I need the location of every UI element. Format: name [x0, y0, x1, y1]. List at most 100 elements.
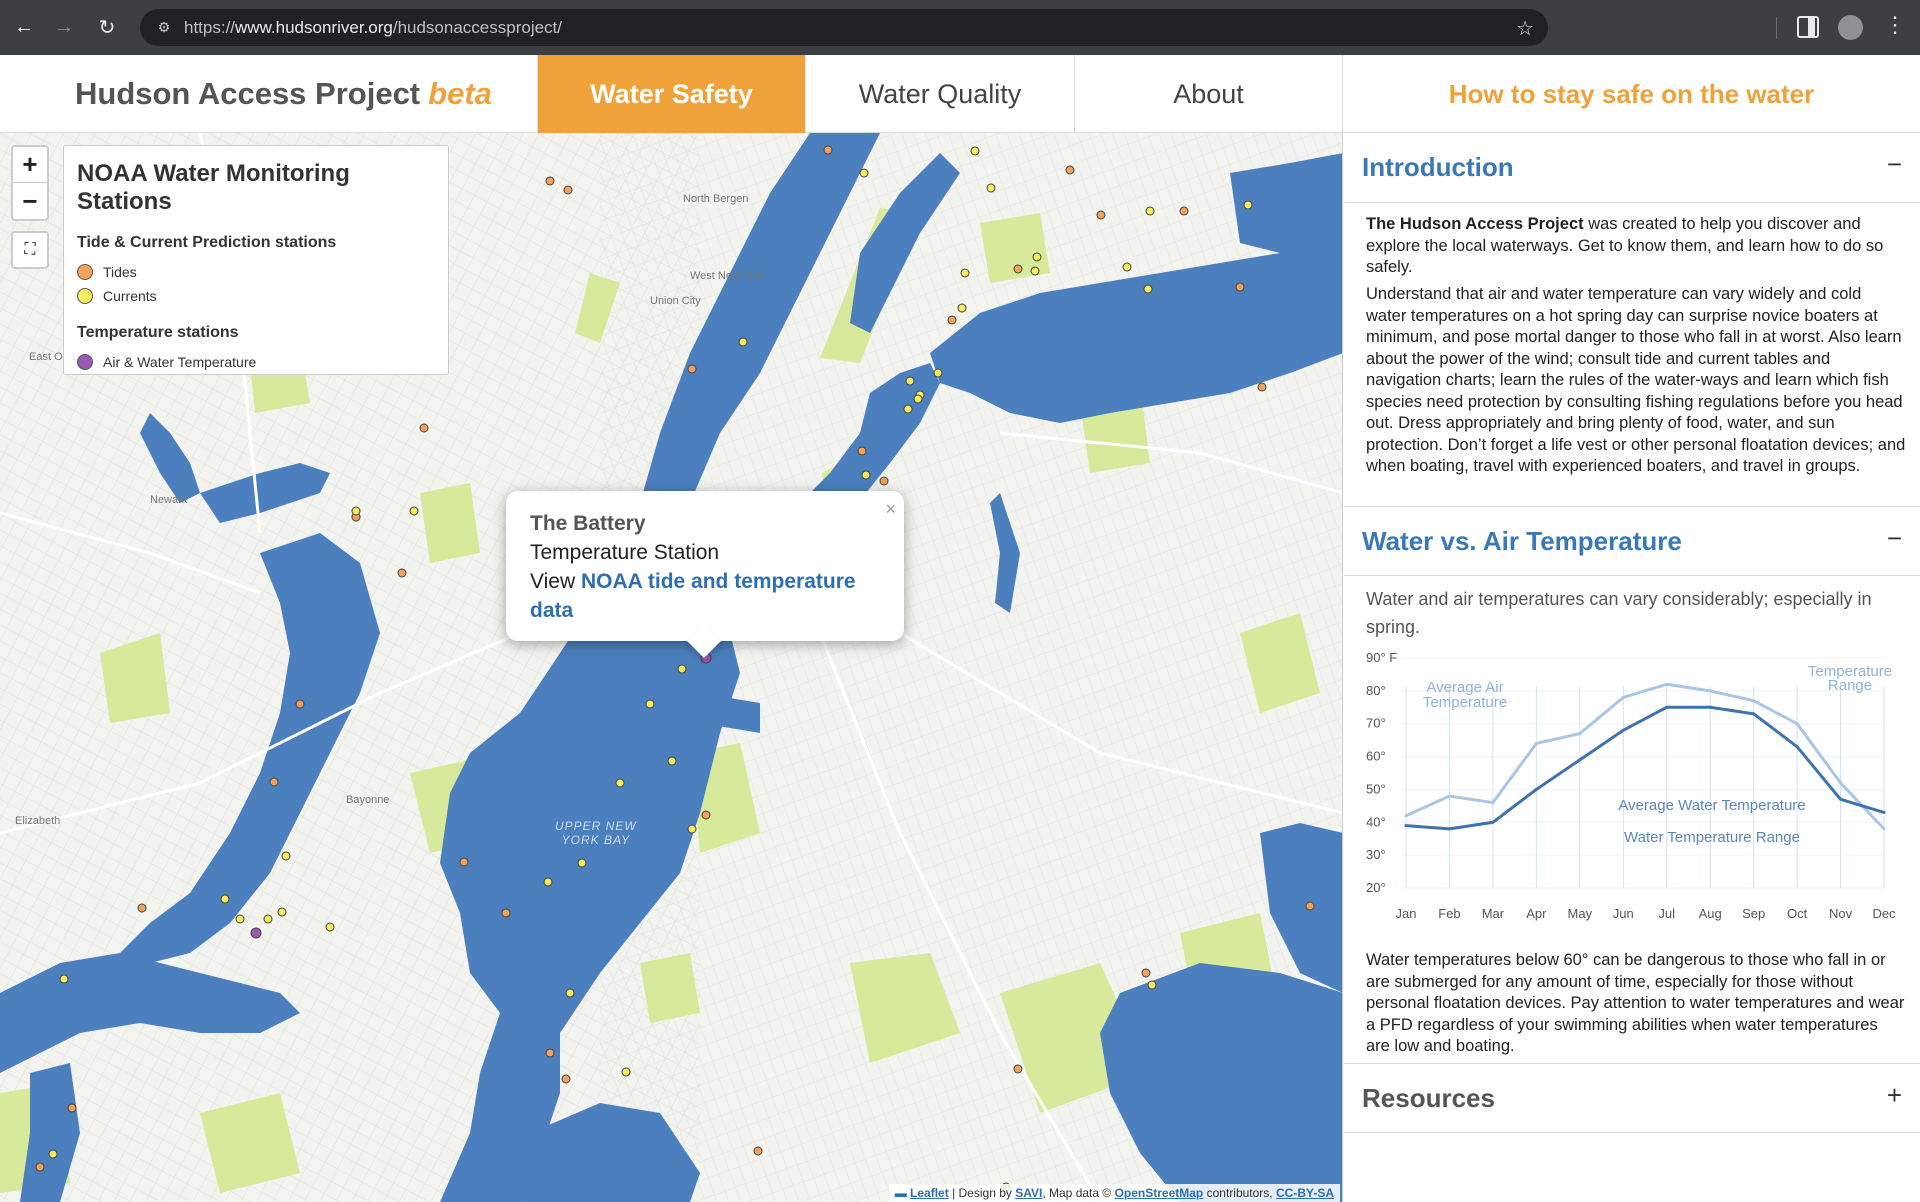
- x-tick-label: Dec: [1872, 906, 1896, 921]
- browser-menu-icon[interactable]: ⋮: [1884, 12, 1906, 38]
- popup-link-row: View NOAA tide and temperature data: [530, 570, 856, 622]
- water-temp-point: [1447, 827, 1451, 831]
- x-tick-label: Oct: [1787, 906, 1808, 921]
- brand-beta: beta: [428, 76, 492, 111]
- legend-section-tide-current: Tide & Current Prediction stations: [77, 234, 337, 251]
- site-settings-icon[interactable]: ⚙: [154, 18, 174, 38]
- air-temp-point: [1665, 682, 1669, 686]
- water-temp-point: [1534, 787, 1538, 791]
- y-tick-label: 70°: [1366, 716, 1386, 731]
- y-tick-label: 30°: [1366, 847, 1386, 862]
- currents-dot-icon: [77, 288, 93, 304]
- forward-arrow-icon[interactable]: →: [52, 15, 76, 39]
- license-link[interactable]: CC-BY-SA: [1276, 1186, 1334, 1200]
- tab-about[interactable]: About: [1074, 55, 1343, 133]
- label-bayonne: Bayonne: [346, 794, 390, 806]
- expand-icon[interactable]: +: [1887, 1080, 1902, 1111]
- temperature-chart: 90° F 80° 70° 60° 50° 40° 30° 20° Jan Feb Mar Apr Ma…: [1366, 650, 1896, 921]
- side-panel-icon[interactable]: [1797, 16, 1819, 38]
- label-elizabeth: Elizabeth: [15, 815, 61, 827]
- water-avg-label: Average Water Temperature: [1618, 797, 1805, 814]
- panel-title: How to stay safe on the water: [1448, 78, 1815, 109]
- y-tick-label: 60°: [1366, 749, 1386, 764]
- site-brand[interactable]: Hudson Access Project beta: [0, 55, 537, 133]
- x-tick-label: Nov: [1829, 906, 1853, 921]
- accordion-water-vs-air[interactable]: Water vs. Air Temperature −: [1344, 506, 1920, 576]
- back-arrow-icon[interactable]: ←: [12, 15, 36, 39]
- info-panel: Introduction − The Hudson Access Project…: [1344, 133, 1920, 1202]
- map-legend: NOAA Water Monitoring Stations Tide & Cu…: [63, 145, 449, 375]
- accordion-resources[interactable]: Resources +: [1344, 1063, 1920, 1133]
- air-temp-point: [1839, 781, 1843, 785]
- label-north-bergen: North Bergen: [683, 193, 749, 205]
- y-tick-label: 90° F: [1366, 650, 1397, 665]
- air-temp-point: [1621, 695, 1625, 699]
- intro-paragraph-2: Understand that air and water temperatur…: [1366, 285, 1906, 475]
- temp-outro: Water temperatures below 60° can be dang…: [1366, 951, 1905, 1055]
- label-newark: Newark: [150, 494, 188, 506]
- water-temp-point: [1795, 745, 1799, 749]
- y-tick-label: 40°: [1366, 814, 1386, 829]
- x-tick-label: Feb: [1438, 906, 1460, 921]
- water-temp-point: [1491, 820, 1495, 824]
- collapse-icon[interactable]: −: [1887, 523, 1902, 554]
- osm-link[interactable]: OpenStreetMap: [1115, 1186, 1204, 1200]
- x-tick-label: Sep: [1742, 906, 1765, 921]
- air-temp-point: [1882, 827, 1886, 831]
- map-attribution: ▬ Leaflet | Design by SAVI, Map data © O…: [888, 1184, 1340, 1202]
- y-tick-label: 80°: [1366, 683, 1386, 698]
- temperature-dot-icon: [77, 354, 93, 370]
- water-temp-point: [1839, 797, 1843, 801]
- popup-close-icon[interactable]: ×: [885, 495, 896, 524]
- leaflet-link[interactable]: Leaflet: [910, 1186, 949, 1200]
- browser-toolbar: ← → ↻ ⚙ https://www.hudsonriver.org/huds…: [0, 0, 1920, 55]
- water-temp-point: [1882, 810, 1886, 814]
- fullscreen-icon[interactable]: ⛶: [11, 231, 49, 269]
- air-temp-point: [1534, 741, 1538, 745]
- reload-icon[interactable]: ↻: [95, 15, 119, 39]
- zoom-control: + −: [11, 145, 49, 221]
- air-range-label-2: Range: [1828, 677, 1872, 694]
- url-text[interactable]: https://www.hudsonriver.org/hudsonaccess…: [184, 18, 562, 38]
- collapse-icon[interactable]: −: [1887, 149, 1902, 180]
- site-header: Hudson Access Project beta Water Safety …: [0, 55, 1920, 133]
- station-popup: × The Battery Temperature Station View N…: [506, 491, 904, 658]
- legend-item-tides: Tides: [77, 264, 435, 280]
- tides-dot-icon: [77, 264, 93, 280]
- x-tick-label: Jun: [1613, 906, 1634, 921]
- label-upper-new-york-bay: UPPER NEW YORK BAY: [555, 819, 637, 847]
- legend-item-currents: Currents: [77, 288, 435, 304]
- address-bar[interactable]: ⚙ https://www.hudsonriver.org/hudsonacce…: [140, 9, 1548, 46]
- air-temp-point: [1491, 801, 1495, 805]
- x-tick-label: May: [1568, 906, 1593, 921]
- label-east-orange: East Or: [29, 351, 67, 363]
- intro-paragraph-1: The Hudson Access Project was created to…: [1366, 215, 1884, 276]
- y-tick-label: 20°: [1366, 880, 1386, 895]
- water-temp-point: [1578, 758, 1582, 762]
- profile-avatar[interactable]: [1838, 15, 1863, 40]
- popup-title: The Battery: [530, 512, 646, 535]
- noaa-data-link[interactable]: NOAA tide and temperature data: [530, 570, 856, 622]
- water-temp-point: [1621, 728, 1625, 732]
- accordion-introduction[interactable]: Introduction −: [1344, 133, 1920, 203]
- tab-water-safety[interactable]: Water Safety: [537, 55, 805, 133]
- x-tick-label: Mar: [1482, 906, 1505, 921]
- water-temp-point: [1404, 824, 1408, 828]
- water-temp-point: [1752, 712, 1756, 716]
- bookmark-star-icon[interactable]: ☆: [1516, 16, 1534, 41]
- zoom-out-button[interactable]: −: [13, 183, 47, 219]
- zoom-in-button[interactable]: +: [13, 147, 47, 183]
- popup-subtitle: Temperature Station: [530, 541, 720, 564]
- savi-link[interactable]: SAVI: [1015, 1186, 1042, 1200]
- air-temp-point: [1447, 794, 1451, 798]
- label-west-new-york: West New York: [690, 270, 765, 282]
- tab-water-quality[interactable]: Water Quality: [805, 55, 1074, 133]
- air-avg-label-2: Temperature: [1423, 694, 1507, 711]
- brand-name: Hudson Access Project: [75, 76, 421, 111]
- toolbar-divider: [1776, 17, 1777, 39]
- map[interactable]: North Bergen West New York Union City Ne…: [0, 133, 1343, 1202]
- water-temp-point: [1708, 705, 1712, 709]
- air-temp-point: [1578, 732, 1582, 736]
- temp-intro: Water and air temperatures can vary cons…: [1366, 589, 1872, 637]
- x-tick-label: Jan: [1396, 906, 1417, 921]
